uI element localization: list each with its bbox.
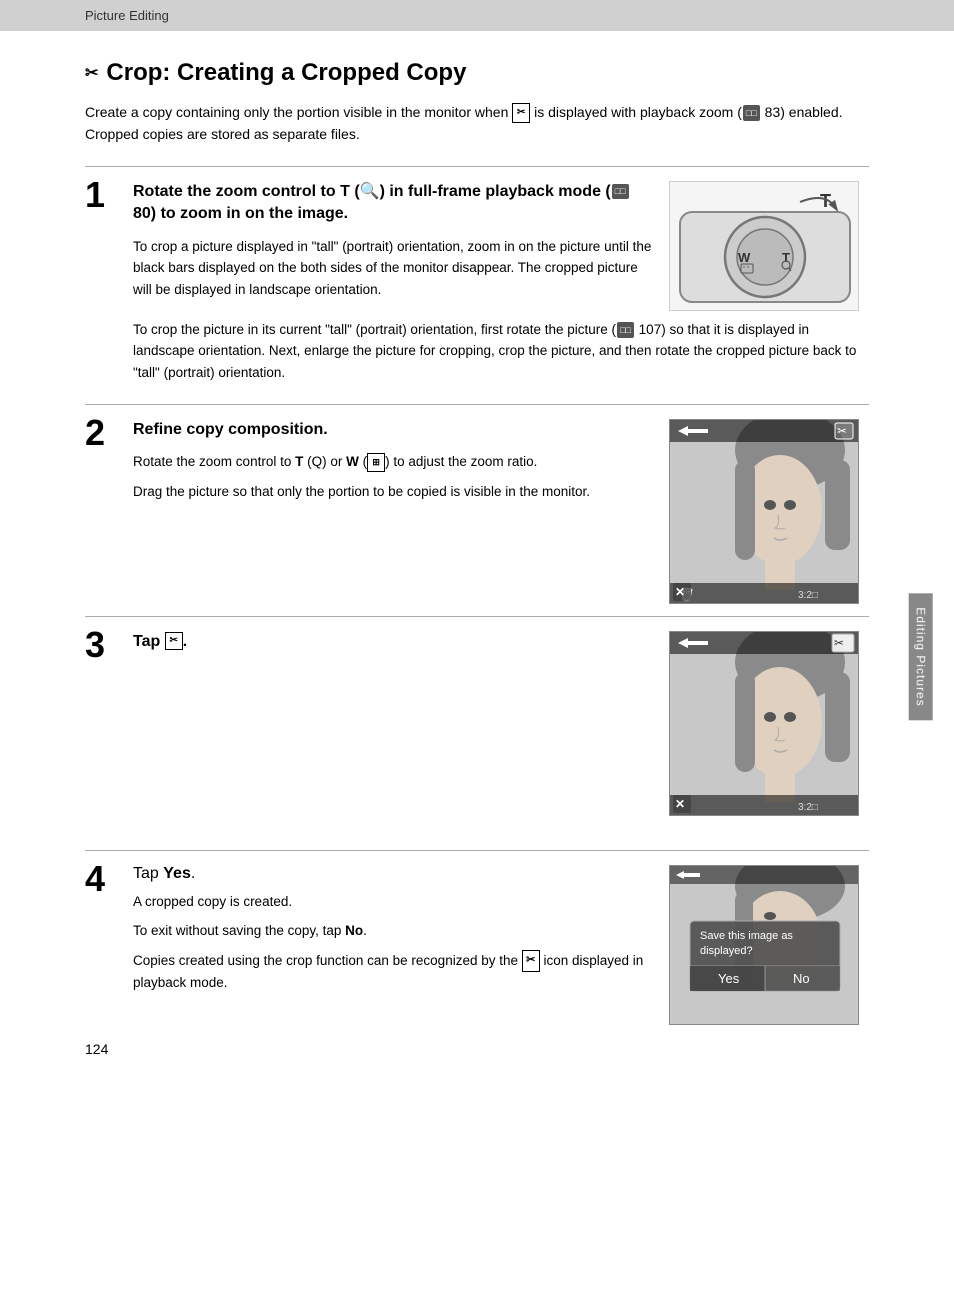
svg-text:✕: ✕ xyxy=(675,585,685,599)
step-4: 4 Tap Yes. A cropped copy is created. To… xyxy=(85,850,869,1025)
step-3-text: Tap ✂. xyxy=(133,631,653,663)
step-2-content: Refine copy composition. Rotate the zoom… xyxy=(133,419,869,604)
step-3: 3 Tap ✂. xyxy=(85,616,869,838)
svg-text:No: No xyxy=(793,971,810,986)
svg-text:Yes: Yes xyxy=(718,971,740,986)
svg-text:Save this image as: Save this image as xyxy=(700,930,793,942)
step-1-image: W T T xyxy=(669,181,869,311)
step-3-header: 3 Tap ✂. xyxy=(85,631,869,816)
step-4-body2: To exit without saving the copy, tap No. xyxy=(133,920,653,942)
svg-text:3:2□: 3:2□ xyxy=(798,802,818,813)
step-1-body2: To crop the picture in its current "tall… xyxy=(133,319,869,384)
step-3-title: Tap ✂. xyxy=(133,631,653,653)
step-4-image: Save this image as displayed? Yes No xyxy=(669,865,869,1025)
svg-text:3:2□: 3:2□ xyxy=(798,590,818,601)
step-4-header: 4 Tap Yes. A cropped copy is created. To… xyxy=(85,865,869,1025)
ref-icon-83: □□ xyxy=(743,105,760,121)
step-2: 2 Refine copy composition. Rotate the zo… xyxy=(85,404,869,604)
step-4-body1: A cropped copy is created. xyxy=(133,891,653,913)
svg-text:✂: ✂ xyxy=(837,424,847,438)
step-4-content: Tap Yes. A cropped copy is created. To e… xyxy=(133,865,869,1025)
w-grid-icon: ⊞ xyxy=(367,453,385,471)
svg-text:✕: ✕ xyxy=(675,797,685,811)
step-2-header: 2 Refine copy composition. Rotate the zo… xyxy=(85,419,869,604)
crop-inline-icon2: ✂ xyxy=(522,950,540,972)
step-4-body3: Copies created using the crop function c… xyxy=(133,950,653,994)
page-number: 124 xyxy=(85,1041,108,1057)
step-2-title: Refine copy composition. xyxy=(133,419,653,441)
step-1-content: Rotate the zoom control to T (🔍) in full… xyxy=(133,181,869,392)
ref-icon-107: □□ xyxy=(617,322,634,338)
crop-title-icon: ✂ xyxy=(85,63,98,83)
step-4-number: 4 xyxy=(85,861,125,897)
step-1-body1: To crop a picture displayed in "tall" (p… xyxy=(133,236,653,301)
camera-diagram: W T T xyxy=(669,181,859,311)
step-2-text: Refine copy composition. Rotate the zoom… xyxy=(133,419,653,511)
step-2-body1: Rotate the zoom control to T (Q) or W (⊞… xyxy=(133,451,653,473)
step-1-header: 1 Rotate the zoom control to T (🔍) in fu… xyxy=(85,181,869,392)
portrait-photo-step3: ✂ ✕ 3:2□ xyxy=(669,631,859,816)
page-title-section: ✂ Crop: Creating a Cropped Copy xyxy=(85,59,869,87)
step-3-number: 3 xyxy=(85,627,125,663)
side-tab-label: Editing Pictures xyxy=(908,593,932,720)
step-3-content: Tap ✂. xyxy=(133,631,869,816)
crop-tap-icon: ✂ xyxy=(165,632,183,650)
intro-paragraph: Create a copy containing only the portio… xyxy=(85,101,869,146)
step-1-text: Rotate the zoom control to T (🔍) in full… xyxy=(133,181,653,309)
save-dialog: Save this image as displayed? Yes No xyxy=(669,865,859,1025)
svg-text:✂: ✂ xyxy=(834,636,844,650)
step-4-title: Tap Yes. xyxy=(133,865,653,883)
page-title: Crop: Creating a Cropped Copy xyxy=(106,59,466,87)
svg-text:W: W xyxy=(738,250,751,265)
step-2-image: ✂ 🗑 ✕ 3:2□ xyxy=(669,419,869,604)
ref-icon-80a: □□ xyxy=(612,184,629,199)
step-2-number: 2 xyxy=(85,415,125,451)
step-1: 1 Rotate the zoom control to T (🔍) in fu… xyxy=(85,166,869,392)
step-1-title: Rotate the zoom control to T (🔍) in full… xyxy=(133,181,653,226)
step-1-number: 1 xyxy=(85,177,125,213)
breadcrumb: Picture Editing xyxy=(0,0,954,31)
crop-inline-icon: ✂ xyxy=(512,103,530,123)
svg-text:displayed?: displayed? xyxy=(700,945,753,957)
portrait-photo-step2: ✂ 🗑 ✕ 3:2□ xyxy=(669,419,859,604)
step-2-body2: Drag the picture so that only the portio… xyxy=(133,481,653,503)
step-3-image: ✂ ✕ 3:2□ xyxy=(669,631,869,816)
step-4-text: Tap Yes. A cropped copy is created. To e… xyxy=(133,865,653,1002)
